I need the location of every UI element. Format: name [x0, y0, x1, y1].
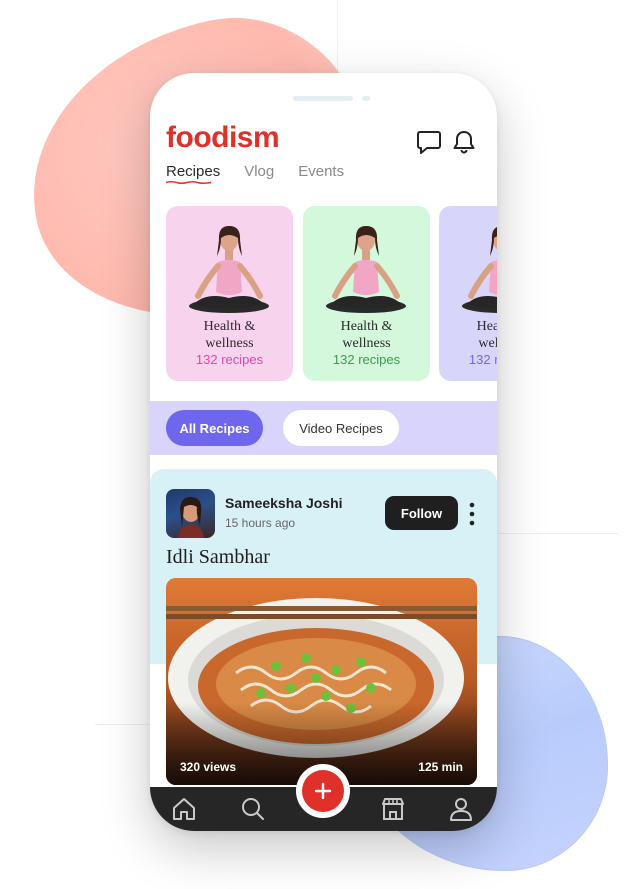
background-guide-line	[498, 533, 618, 534]
tab-label: Recipes	[166, 163, 221, 180]
more-options-icon[interactable]	[468, 501, 476, 527]
category-title-line: wellness	[342, 336, 391, 351]
add-icon[interactable]	[302, 770, 344, 812]
recipe-filter-bar: All Recipes Video Recipes	[150, 401, 497, 455]
tab-label: Vlog	[244, 163, 275, 180]
cook-duration: 125 min	[418, 760, 463, 774]
category-title-line: Health &	[203, 319, 256, 334]
tab-vlog[interactable]: Vlog	[244, 163, 274, 180]
phone-frame: foodism Recipes Vlog Events Health & wel…	[150, 73, 497, 831]
category-title: Health & wellness	[439, 318, 497, 352]
noodle-bowl-image	[166, 578, 477, 785]
meditation-illustration	[326, 226, 406, 313]
category-carousel[interactable]: Health & wellness 132 recipes Health & w…	[166, 206, 497, 382]
plus-icon	[314, 782, 332, 800]
category-card[interactable]: Health & wellness 132 recipes	[166, 206, 293, 381]
category-title: Health & wellness	[166, 318, 293, 352]
category-count: 132 recipes	[332, 352, 401, 367]
phone-notch	[293, 96, 353, 101]
category-title: Health & wellness	[303, 318, 430, 352]
profile-icon[interactable]	[447, 795, 475, 823]
category-title-line: Health &	[340, 319, 393, 334]
phone-camera	[362, 96, 370, 101]
tab-label: Events	[298, 163, 345, 180]
dish-photo[interactable]: 320 views 125 min	[166, 578, 477, 785]
meditation-illustration	[462, 227, 497, 313]
category-card[interactable]: Health & wellness 132 recipes	[303, 206, 430, 381]
category-count: 132 recipes	[468, 352, 497, 367]
app-logo: foodism	[166, 121, 280, 154]
all-recipes-button[interactable]: All Recipes	[166, 410, 263, 446]
tab-active-underline	[166, 181, 211, 184]
search-icon[interactable]	[239, 795, 267, 823]
home-icon[interactable]	[170, 795, 198, 823]
category-title-line: wellness	[205, 336, 254, 351]
video-recipes-button[interactable]: Video Recipes	[283, 410, 399, 446]
avatar[interactable]	[166, 489, 215, 538]
tab-events[interactable]: Events	[298, 163, 344, 180]
post-time: 15 hours ago	[225, 516, 296, 530]
avatar-portrait	[178, 496, 204, 538]
chat-icon[interactable]	[416, 129, 442, 155]
top-tabs: Recipes Vlog Events	[166, 163, 344, 184]
bell-icon[interactable]	[451, 129, 477, 155]
follow-button[interactable]: Follow	[385, 496, 458, 530]
meditation-illustration	[189, 226, 269, 313]
category-count: 132 recipes	[195, 352, 264, 367]
view-count: 320 views	[180, 760, 237, 774]
dish-title: Idli Sambhar	[166, 546, 270, 568]
category-title-line: wellness	[478, 336, 497, 351]
category-card[interactable]: Health & wellness 132 recipes	[439, 206, 497, 381]
tab-recipes[interactable]: Recipes	[166, 163, 221, 184]
store-icon[interactable]	[379, 795, 407, 823]
category-title-line: Health &	[476, 319, 497, 334]
post-author[interactable]: Sameeksha Joshi	[225, 495, 343, 511]
